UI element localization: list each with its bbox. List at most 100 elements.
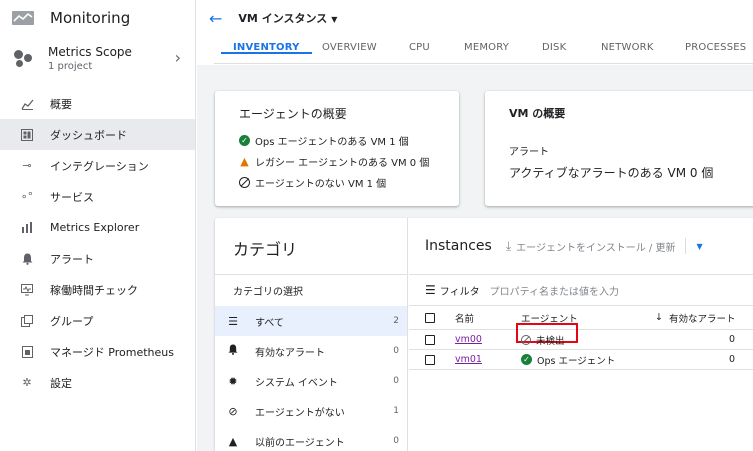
not-detected-icon: ⊘: [228, 404, 238, 418]
monitoring-logo-icon: [12, 11, 34, 25]
tab-overview[interactable]: OVERVIEW: [322, 36, 377, 53]
vm-instance-dropdown[interactable]: VM インスタンス ▼: [238, 10, 337, 26]
nav-item-managed-prometheus[interactable]: マネージド Prometheus: [0, 336, 195, 367]
tab-processes[interactable]: PROCESSES: [685, 36, 746, 53]
nav-item-integrations[interactable]: ⊸ インテグレーション: [0, 150, 195, 181]
instances-title: Instances: [425, 238, 492, 254]
nav-label: ダッシュボード: [50, 128, 127, 142]
not-detected-icon: [521, 334, 531, 345]
nav-label: サービス: [50, 190, 94, 204]
row-checkbox[interactable]: [425, 334, 435, 345]
agent-status: 未検出: [521, 333, 565, 347]
agent-summary-card: エージェントの概要 ✓ Ops エージェントのある VM 1 個 ▲ レガシー …: [215, 91, 459, 206]
warning-icon: ▲: [228, 434, 238, 448]
category-count: 0: [393, 346, 399, 356]
sidebar: Monitoring Metrics Scope 1 project › 概要 …: [0, 0, 196, 451]
category-active-alerts[interactable]: 有効なアラート 0: [215, 336, 407, 366]
system-event-icon: ✹: [228, 374, 238, 388]
table-row: vm01 ✓ Ops エージェント 0: [409, 350, 753, 370]
category-label: 以前のエージェント: [255, 437, 345, 449]
main-content: エージェントの概要 ✓ Ops エージェントのある VM 1 個 ▲ レガシー …: [197, 65, 753, 451]
agent-status-text: 未検出: [536, 335, 565, 347]
ops-agent-summary: ✓ Ops エージェントのある VM 1 個: [239, 130, 459, 151]
tab-memory[interactable]: MEMORY: [464, 36, 509, 53]
nav-label: 概要: [50, 97, 72, 111]
category-column: カテゴリ カテゴリの選択 ☰ すべて 2 有効なアラート 0 ✹ システム イベ…: [215, 218, 408, 451]
tab-bar: INVENTORY OVERVIEW CPU MEMORY DISK NETWO…: [214, 36, 753, 64]
agent-status: ✓ Ops エージェント: [521, 353, 615, 367]
category-system-events[interactable]: ✹ システム イベント 0: [215, 366, 407, 396]
nav-label: 設定: [50, 376, 72, 390]
instances-header: Instances ⤓ エージェントをインストール / 更新 ▼: [409, 218, 753, 274]
row-checkbox[interactable]: [425, 354, 435, 365]
tab-cpu[interactable]: CPU: [409, 36, 430, 53]
instance-name-link[interactable]: vm00: [455, 334, 482, 345]
caret-down-icon: ▼: [331, 15, 338, 24]
category-all[interactable]: ☰ すべて 2: [215, 306, 407, 336]
divider: [685, 238, 687, 254]
sort-arrow-down-icon[interactable]: ↓: [655, 312, 663, 323]
app-header: Monitoring: [0, 0, 195, 36]
select-all-checkbox[interactable]: [425, 312, 435, 323]
nav-label: インテグレーション: [50, 159, 149, 173]
check-circle-icon: ✓: [239, 135, 250, 146]
category-label: エージェントがない: [255, 407, 345, 419]
alert-count: 0: [729, 334, 736, 345]
nav-label: 稼働時間チェック: [50, 283, 138, 297]
filter-bar[interactable]: ☰ フィルタ プロパティ名または値を入力: [409, 274, 753, 306]
not-detected-icon: [239, 177, 250, 188]
nav-item-groups[interactable]: グループ: [0, 305, 195, 336]
category-count: 0: [393, 376, 399, 386]
group-icon: [20, 314, 34, 328]
prometheus-icon: [20, 345, 34, 359]
check-circle-icon: ✓: [521, 354, 532, 365]
back-arrow-icon[interactable]: ←: [209, 9, 222, 28]
vm-alert-text: アクティブなアラートのある VM 0 個: [509, 166, 714, 180]
tab-network[interactable]: NETWORK: [601, 36, 654, 53]
inventory-panel: カテゴリ カテゴリの選択 ☰ すべて 2 有効なアラート 0 ✹ システム イベ…: [215, 218, 753, 451]
instance-name-link[interactable]: vm01: [455, 354, 482, 365]
tab-inventory[interactable]: INVENTORY: [221, 36, 312, 54]
bell-icon: [227, 344, 239, 358]
vm-instance-dropdown-label: VM インスタンス: [238, 12, 328, 25]
nav-label: マネージド Prometheus: [50, 345, 174, 359]
nav-item-dashboards[interactable]: ダッシュボード: [0, 119, 195, 150]
filter-icon: ☰: [425, 283, 436, 297]
nav-item-overview[interactable]: 概要: [0, 88, 195, 119]
bar-chart-icon: [20, 221, 34, 235]
nav-label: グループ: [50, 314, 94, 328]
bell-icon: [20, 252, 34, 266]
tab-disk[interactable]: DISK: [542, 36, 566, 53]
integration-icon: ⊸: [22, 159, 32, 172]
download-icon: ⤓: [505, 238, 512, 253]
vm-summary-title: VM の概要: [509, 107, 566, 120]
metrics-scope-icon: [14, 48, 34, 68]
metrics-scope-subtitle: 1 project: [48, 60, 93, 72]
agent-summary-title: エージェントの概要: [239, 107, 347, 121]
nav-item-alerts[interactable]: アラート: [0, 243, 195, 274]
caret-down-icon[interactable]: ▼: [696, 242, 702, 251]
metrics-scope-selector[interactable]: Metrics Scope 1 project ›: [0, 36, 195, 80]
nav-item-settings[interactable]: ✲ 設定: [0, 367, 195, 398]
category-count: 1: [393, 406, 399, 416]
dashboard-icon: [20, 128, 34, 142]
alert-count: 0: [729, 354, 736, 365]
monitor-icon: [20, 283, 34, 297]
filter-input[interactable]: プロパティ名または値を入力: [490, 283, 619, 298]
ops-agent-summary-text: Ops エージェントのある VM 1 個: [255, 137, 409, 148]
nav-item-uptime-checks[interactable]: 稼働時間チェック: [0, 274, 195, 305]
column-header-name[interactable]: 名前: [455, 311, 474, 325]
no-agent-summary-text: エージェントのない VM 1 個: [255, 179, 387, 190]
install-agent-button[interactable]: ⤓ エージェントをインストール / 更新 ▼: [506, 238, 703, 254]
table-header-row: 名前 エージェント ↓ 有効なアラート: [409, 306, 753, 330]
nav-item-services[interactable]: ∘° サービス: [0, 181, 195, 212]
column-header-alerts[interactable]: 有効なアラート: [669, 311, 736, 325]
gear-icon: ✲: [22, 376, 32, 389]
category-no-agent[interactable]: ⊘ エージェントがない 1: [215, 396, 407, 426]
table-row: vm00 未検出 0: [409, 323, 753, 350]
nav-item-metrics-explorer[interactable]: Metrics Explorer: [0, 212, 195, 243]
category-legacy-agent[interactable]: ▲ 以前のエージェント 0: [215, 426, 407, 451]
top-bar: ← VM インスタンス ▼: [197, 0, 753, 36]
no-agent-summary: エージェントのない VM 1 個: [239, 172, 459, 193]
category-label: 有効なアラート: [255, 347, 325, 359]
